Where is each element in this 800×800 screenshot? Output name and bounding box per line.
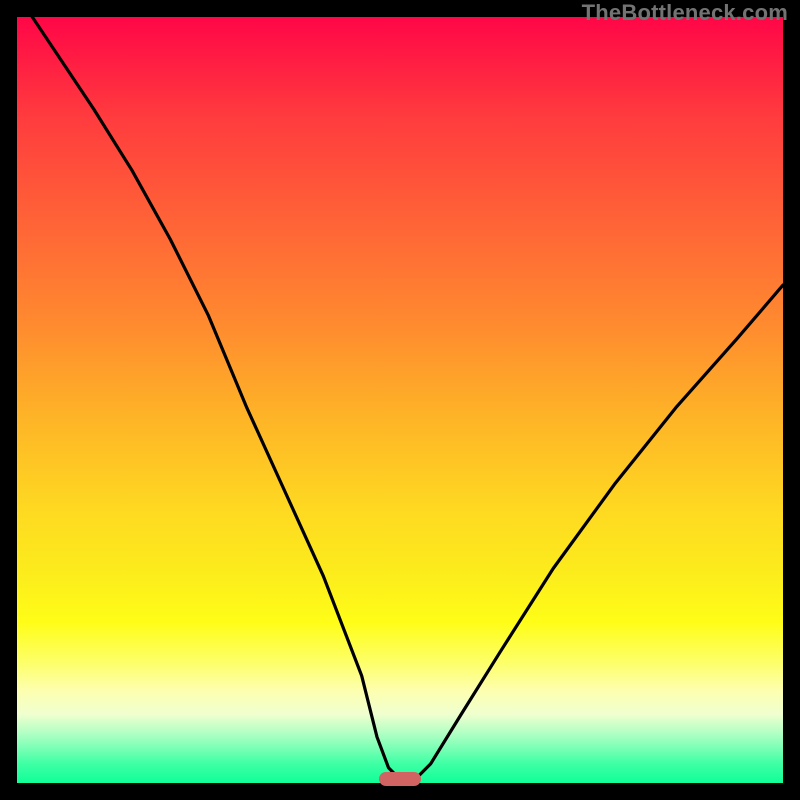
optimal-marker <box>379 772 421 786</box>
bottleneck-curve <box>17 17 783 783</box>
watermark-text: TheBottleneck.com <box>582 0 788 26</box>
plot-area <box>17 17 783 783</box>
chart-container: TheBottleneck.com <box>0 0 800 800</box>
